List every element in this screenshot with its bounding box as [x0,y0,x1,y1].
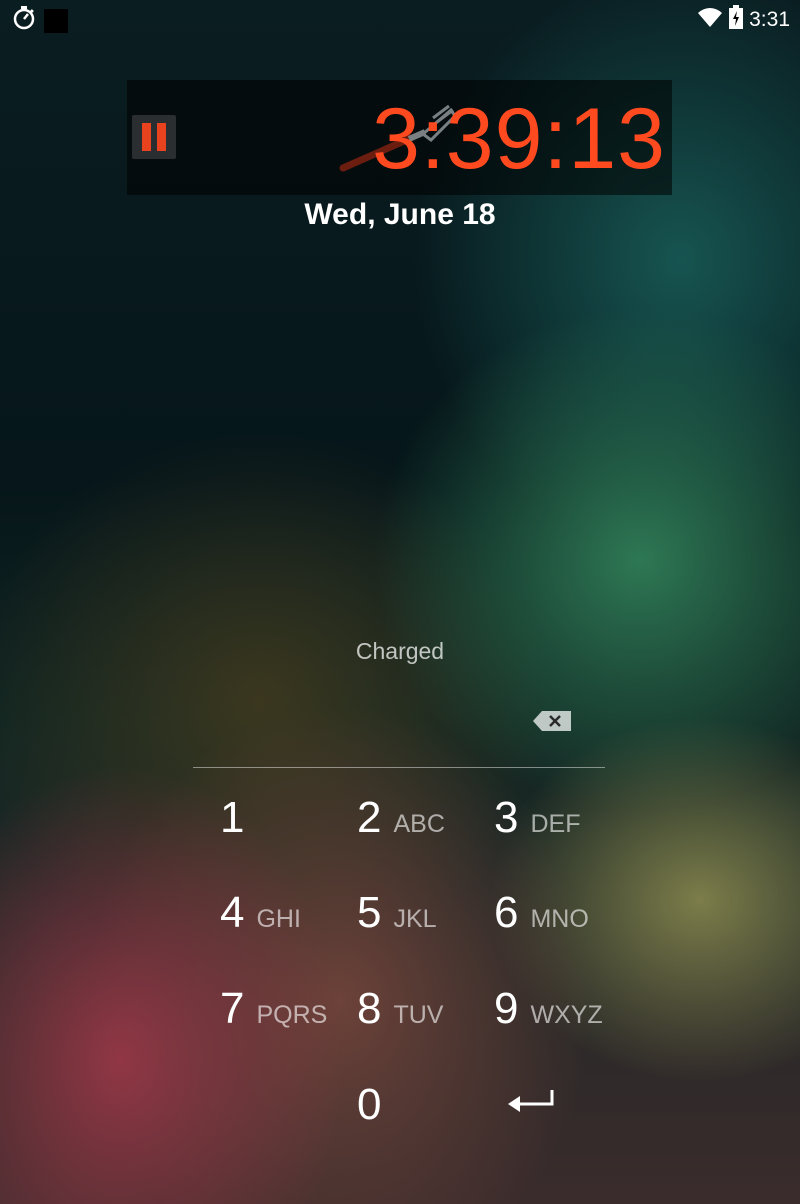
key-5[interactable]: 5 JKL [357,888,437,938]
pause-button[interactable] [132,115,176,159]
key-8[interactable]: 8 TUV [357,984,443,1034]
battery-charging-icon [729,5,744,34]
key-9[interactable]: 9 WXYZ [494,984,603,1034]
battery-status-text: Charged [355,638,445,664]
pause-icon [139,123,169,151]
timer-widget: 3:39:13 [127,80,672,195]
stopwatch-icon [12,5,36,36]
backspace-icon[interactable] [532,710,572,737]
key-7[interactable]: 7 PQRS [220,984,327,1034]
enter-icon[interactable] [506,1088,556,1121]
key-6[interactable]: 6 MNO [494,888,589,938]
status-time: 3:31 [749,7,790,31]
key-2[interactable]: 2 ABC [357,793,445,843]
key-0[interactable]: 0 [357,1080,393,1130]
status-bar: 3:31 [0,0,800,36]
timer-time: 3:39:13 [372,91,666,187]
notification-square-icon [44,8,68,33]
wifi-icon [697,6,723,33]
pin-entry-field[interactable] [193,767,605,768]
key-1[interactable]: 1 [220,793,256,843]
key-3[interactable]: 3 DEF [494,793,580,843]
lockscreen-date: Wed, June 18 [304,198,496,231]
key-4[interactable]: 4 GHI [220,888,301,938]
